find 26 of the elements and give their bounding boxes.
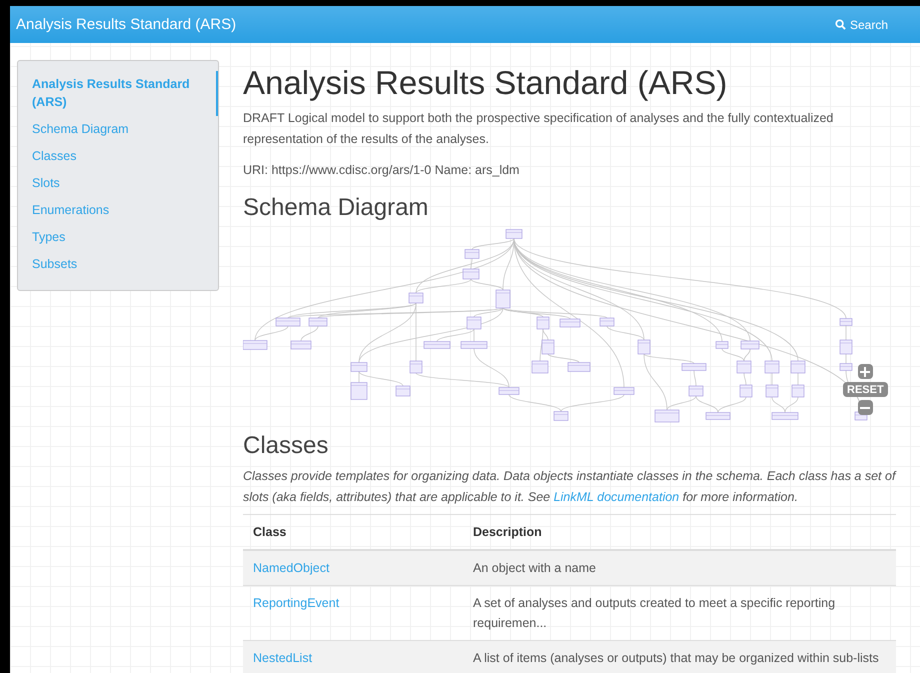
classes-intro: Classes provide templates for organizing data. Data objects instantiate classes in the schema. Each class has a set of slots (aka fields, attributes) that are applicable to it. See LinkML documentation for more information. xyxy=(243,468,896,506)
section-heading: Classes xyxy=(243,431,330,461)
site-title[interactable]: Analysis Results Standard (ARS) xyxy=(16,16,236,33)
zoom-in-button[interactable] xyxy=(858,364,873,379)
search-icon xyxy=(834,19,846,30)
description: DRAFT Logical model to support both the prospective specification of analyses and the fully contextualized representation of the results of the analyses. xyxy=(243,110,834,148)
search-link[interactable]: Search xyxy=(834,18,888,32)
sidebar-link[interactable]: Types xyxy=(18,224,218,251)
sidebar-link[interactable]: Schema Diagram xyxy=(18,116,218,143)
sidebar-link[interactable]: Classes xyxy=(18,143,218,170)
zoom-out-button[interactable] xyxy=(858,400,873,415)
documentation-link[interactable]: LinkML documentation xyxy=(554,490,680,504)
sidebar-link[interactable]: Analysis Results Standard (ARS) xyxy=(18,71,218,116)
table-cell: An object with a name xyxy=(463,550,896,586)
sidebar-link[interactable]: Slots xyxy=(18,170,218,197)
sidebar-link[interactable]: Enumerations xyxy=(18,197,218,224)
uri-text: URI: https://www.cdisc.org/ars/1-0 Name: ars_ldm xyxy=(243,162,520,179)
reset-button[interactable]: RESET xyxy=(843,382,888,397)
sidebar-link[interactable]: Subsets xyxy=(18,251,218,278)
section-heading: Schema Diagram xyxy=(243,193,430,223)
table-cell: A list of items (analyses or outputs) that may be organized within sub-lists xyxy=(463,640,896,673)
plus-icon xyxy=(860,366,870,376)
page-title: Analysis Results Standard (ARS) xyxy=(243,63,728,103)
class-link[interactable]: NamedObject xyxy=(253,561,330,575)
class-link[interactable]: ReportingEvent xyxy=(253,596,340,610)
class-link[interactable]: NestedList xyxy=(253,651,312,665)
